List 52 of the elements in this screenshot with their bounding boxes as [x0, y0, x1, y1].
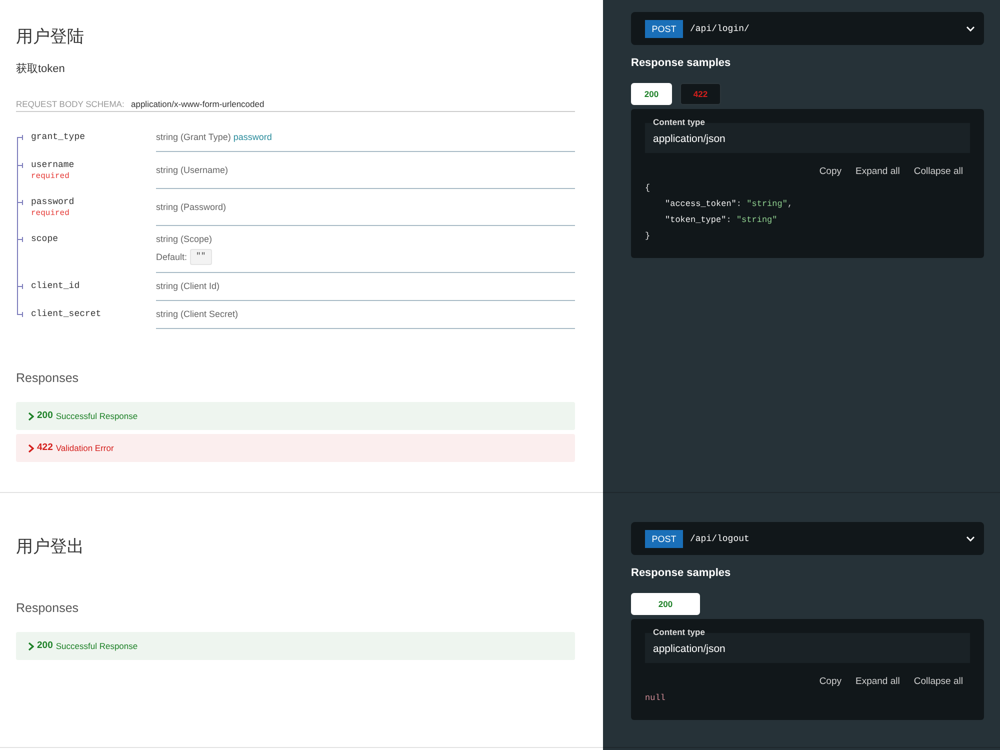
response-tab[interactable]: 200 [631, 83, 672, 105]
param-type: string (Username) [156, 164, 228, 174]
method-badge: POST [645, 20, 683, 38]
collapse-all-button[interactable]: Collapse all [914, 165, 963, 179]
endpoint-bar[interactable]: POST /api/logout [631, 522, 984, 555]
default-label: Default: [156, 250, 188, 264]
section-title: 用户登出 [16, 536, 84, 558]
schema-content-type: application/x-www-form-urlencoded [131, 98, 264, 110]
response-row[interactable]: 200 Successful Response [16, 632, 575, 660]
code-line: "token_type": "string" [665, 214, 778, 227]
required-label: required [31, 208, 70, 219]
required-label: required [31, 171, 70, 182]
responses-heading: Responses [16, 600, 79, 617]
copy-button[interactable]: Copy [819, 165, 842, 179]
description-text: 获取token [16, 62, 65, 77]
param-value: password [233, 132, 272, 142]
param-type: string (Scope) [156, 234, 212, 244]
param-name: username [31, 159, 74, 171]
param-type: string (Client Secret) [156, 309, 238, 319]
chevron-down-icon [966, 536, 975, 542]
expand-all-button[interactable]: Expand all [856, 675, 900, 689]
chevron-down-icon [966, 26, 975, 32]
code-line: } [645, 230, 650, 243]
code-null: null [645, 693, 666, 703]
expand-all-button[interactable]: Expand all [856, 165, 900, 179]
method-badge: POST [645, 530, 683, 548]
content-type-value: application/json [653, 642, 726, 656]
responses-heading: Responses [16, 370, 79, 387]
section-title: 用户登陆 [16, 26, 84, 48]
response-row[interactable]: 200 Successful Response [16, 402, 575, 430]
param-name: client_id [31, 280, 80, 292]
param-name: scope [31, 233, 58, 245]
response-row[interactable]: 422 Validation Error [16, 434, 575, 462]
content-type-value: application/json [653, 132, 726, 146]
schema-label: REQUEST BODY SCHEMA: [16, 98, 126, 110]
param-name: client_secret [31, 308, 102, 320]
param-type: string (Password) [156, 202, 226, 212]
code-line: "access_token": "string", [665, 198, 793, 211]
endpoint-path: /api/login/ [690, 22, 750, 34]
copy-button[interactable]: Copy [819, 675, 842, 689]
param-type: string (Grant Type) [156, 132, 231, 142]
collapse-all-button[interactable]: Collapse all [914, 675, 963, 689]
code-line: { [645, 182, 650, 195]
response-tab[interactable]: 200 [631, 593, 700, 615]
samples-heading: Response samples [631, 566, 731, 581]
default-value: "" [190, 249, 212, 265]
endpoint-bar[interactable]: POST /api/login/ [631, 12, 984, 45]
param-name: grant_type [31, 131, 86, 143]
param-type: string (Client Id) [156, 281, 220, 291]
samples-heading: Response samples [631, 56, 731, 71]
param-name: password [31, 196, 74, 208]
endpoint-path: /api/logout [690, 532, 750, 544]
